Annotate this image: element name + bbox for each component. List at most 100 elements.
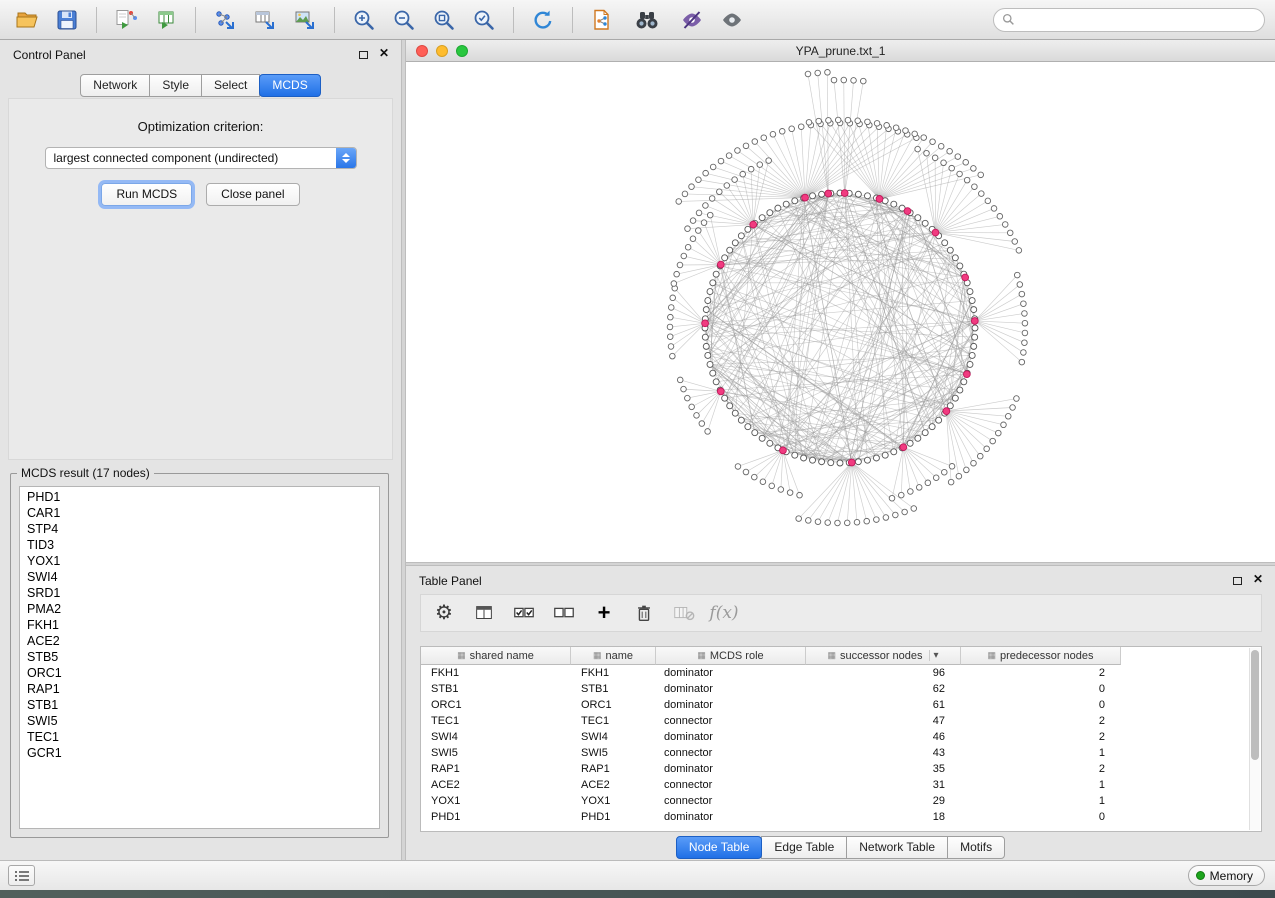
column-header-predecessor-nodes[interactable]: ▦predecessor nodes	[961, 647, 1121, 665]
table-panel: Table Panel ✕ ⚙	[406, 566, 1275, 860]
table-row[interactable]: RAP1RAP1dominator352	[421, 761, 1261, 777]
save-icon	[55, 8, 79, 32]
table-row[interactable]: STB1STB1dominator620	[421, 681, 1261, 697]
import-network-button[interactable]	[109, 5, 143, 35]
deselect-all-button[interactable]	[549, 599, 579, 627]
tab-node-table[interactable]: Node Table	[676, 836, 763, 859]
cell-name: FKH1	[571, 665, 656, 681]
mcds-result-item[interactable]: YOX1	[27, 553, 379, 569]
cell-mcds-role: dominator	[656, 681, 806, 697]
share-document-button[interactable]	[585, 5, 619, 35]
mcds-result-item[interactable]: TEC1	[27, 729, 379, 745]
tab-network[interactable]: Network	[80, 74, 150, 97]
tab-mcds[interactable]: MCDS	[259, 74, 320, 97]
hide-details-button[interactable]	[675, 5, 709, 35]
table-row[interactable]: ACE2ACE2connector311	[421, 777, 1261, 793]
mcds-result-item[interactable]: ACE2	[27, 633, 379, 649]
tab-edge-table[interactable]: Edge Table	[761, 836, 847, 859]
export-network-button[interactable]	[208, 5, 242, 35]
table-row[interactable]: ORC1ORC1dominator610	[421, 697, 1261, 713]
memory-button[interactable]: Memory	[1188, 865, 1265, 886]
table-settings-button[interactable]: ⚙	[429, 599, 459, 627]
cell-mcds-role: connector	[656, 745, 806, 761]
column-header-shared-name[interactable]: ▦shared name	[421, 647, 571, 665]
close-panel-button[interactable]: Close panel	[206, 183, 299, 206]
mcds-result-item[interactable]: RAP1	[27, 681, 379, 697]
table-row[interactable]: PHD1PHD1dominator180	[421, 809, 1261, 825]
mcds-result-item[interactable]: PMA2	[27, 601, 379, 617]
control-panel-title: Control Panel	[13, 48, 86, 62]
table-row[interactable]: YOX1YOX1connector291	[421, 793, 1261, 809]
tab-select[interactable]: Select	[201, 74, 260, 97]
run-mcds-button[interactable]: Run MCDS	[101, 183, 192, 206]
cell-successor-nodes: 61	[806, 697, 961, 713]
column-visibility-button[interactable]	[469, 599, 499, 627]
column-header-MCDS-role[interactable]: ▦MCDS role	[656, 647, 806, 665]
column-grid-icon: ▦	[987, 650, 996, 661]
export-image-button[interactable]	[288, 5, 322, 35]
cell-shared-name: YOX1	[421, 793, 571, 809]
zoom-in-button[interactable]	[347, 5, 381, 35]
search-box[interactable]	[993, 8, 1265, 32]
cell-successor-nodes: 46	[806, 729, 961, 745]
tab-network-table[interactable]: Network Table	[846, 836, 948, 859]
cell-name: STB1	[571, 681, 656, 697]
network-window-titlebar[interactable]: YPA_prune.txt_1	[406, 40, 1275, 62]
add-column-button[interactable]: +	[589, 599, 619, 627]
scrollbar-thumb[interactable]	[1251, 650, 1259, 760]
mcds-result-item[interactable]: ORC1	[27, 665, 379, 681]
tab-style[interactable]: Style	[149, 74, 202, 97]
mcds-result-item[interactable]: SRD1	[27, 585, 379, 601]
select-all-button[interactable]	[509, 599, 539, 627]
open-session-button[interactable]	[10, 5, 44, 35]
search-input[interactable]	[1020, 13, 1256, 27]
mcds-result-list[interactable]: PHD1CAR1STP4TID3YOX1SWI4SRD1PMA2FKH1ACE2…	[19, 486, 380, 829]
cell-successor-nodes: 35	[806, 761, 961, 777]
table-row[interactable]: SWI5SWI5connector431	[421, 745, 1261, 761]
mcds-result-item[interactable]: SWI5	[27, 713, 379, 729]
import-table-button[interactable]	[149, 5, 183, 35]
mcds-result-item[interactable]: STB5	[27, 649, 379, 665]
close-table-panel-icon[interactable]: ✕	[1253, 573, 1263, 585]
table-row[interactable]: SWI4SWI4dominator462	[421, 729, 1261, 745]
show-details-button[interactable]	[715, 5, 749, 35]
table-row[interactable]: FKH1FKH1dominator962	[421, 665, 1261, 681]
checked-boxes-icon	[512, 602, 536, 624]
cell-successor-nodes: 96	[806, 665, 961, 681]
network-graph	[406, 62, 1275, 562]
tab-motifs[interactable]: Motifs	[947, 836, 1005, 859]
cell-name: YOX1	[571, 793, 656, 809]
console-button[interactable]	[8, 865, 35, 886]
mcds-result-item[interactable]: TID3	[27, 537, 379, 553]
export-table-button[interactable]	[248, 5, 282, 35]
mcds-result-item[interactable]: STB1	[27, 697, 379, 713]
zoom-out-button[interactable]	[387, 5, 421, 35]
mcds-result-item[interactable]: FKH1	[27, 617, 379, 633]
cell-name: ORC1	[571, 697, 656, 713]
mcds-result-item[interactable]: GCR1	[27, 745, 379, 761]
float-table-panel-icon[interactable]	[1233, 577, 1242, 585]
float-panel-icon[interactable]	[359, 51, 368, 59]
find-button[interactable]	[625, 5, 669, 35]
zoom-selected-button[interactable]	[467, 5, 501, 35]
mcds-result-item[interactable]: STP4	[27, 521, 379, 537]
close-panel-icon[interactable]: ✕	[379, 47, 389, 59]
column-header-successor-nodes[interactable]: ▦successor nodes▾	[806, 647, 961, 665]
delete-column-button[interactable]	[629, 599, 659, 627]
table-row[interactable]: TEC1TEC1connector472	[421, 713, 1261, 729]
mcds-result-item[interactable]: SWI4	[27, 569, 379, 585]
network-canvas[interactable]	[406, 62, 1275, 562]
refresh-layout-button[interactable]	[526, 5, 560, 35]
cell-name: TEC1	[571, 713, 656, 729]
criterion-dropdown[interactable]: largest connected component (undirected)	[45, 147, 357, 169]
cell-shared-name: SWI4	[421, 729, 571, 745]
import-table-disabled-button[interactable]	[669, 599, 699, 627]
table-scrollbar[interactable]	[1249, 648, 1260, 830]
mcds-result-item[interactable]: PHD1	[27, 489, 379, 505]
save-session-button[interactable]	[50, 5, 84, 35]
zoom-fit-button[interactable]	[427, 5, 461, 35]
mcds-result-item[interactable]: CAR1	[27, 505, 379, 521]
cell-filler	[1121, 745, 1261, 761]
function-builder-button[interactable]: f(x)	[709, 599, 739, 627]
column-header-name[interactable]: ▦name	[571, 647, 656, 665]
